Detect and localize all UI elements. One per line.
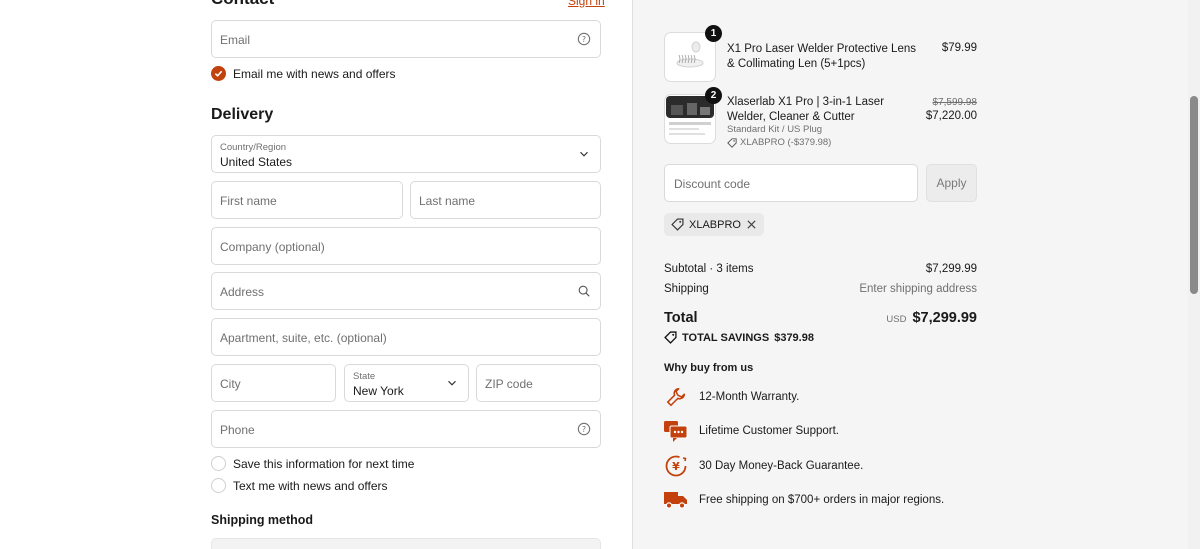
state-value: New York bbox=[353, 384, 404, 398]
last-name-placeholder: Last name bbox=[419, 194, 476, 208]
tag-icon bbox=[727, 137, 737, 148]
benefit-label: 12-Month Warranty. bbox=[699, 391, 800, 403]
email-placeholder: Email bbox=[220, 33, 251, 47]
close-icon[interactable] bbox=[746, 219, 757, 230]
country-select[interactable]: Country/Region United States bbox=[211, 135, 601, 173]
tag-icon bbox=[664, 331, 677, 344]
shipping-method-heading: Shipping method bbox=[211, 513, 314, 527]
phone-field[interactable]: Phone ? bbox=[211, 410, 601, 448]
page-scrollbar[interactable] bbox=[1188, 0, 1200, 549]
chevron-down-icon bbox=[580, 151, 588, 157]
save-info-checkbox[interactable] bbox=[211, 456, 226, 471]
text-news-label: Text me with news and offers bbox=[233, 478, 388, 493]
svg-text:?: ? bbox=[582, 425, 586, 434]
total-label: Total bbox=[664, 310, 698, 326]
apply-button[interactable]: Apply bbox=[926, 164, 977, 202]
checkmark-icon bbox=[214, 70, 223, 77]
first-name-field[interactable]: First name bbox=[211, 181, 403, 219]
text-news-option[interactable]: Text me with news and offers bbox=[211, 478, 388, 493]
text-news-checkbox[interactable] bbox=[211, 478, 226, 493]
applied-code-text: XLABPRO bbox=[689, 218, 741, 231]
tag-icon bbox=[671, 218, 684, 231]
benefit-item: Lifetime Customer Support. bbox=[664, 419, 839, 443]
truck-icon bbox=[664, 488, 688, 512]
help-icon[interactable]: ? bbox=[577, 32, 591, 46]
email-news-checkbox[interactable] bbox=[211, 66, 226, 81]
savings-value: $379.98 bbox=[774, 331, 814, 344]
product-thumbnail: 2 bbox=[664, 87, 722, 144]
delivery-heading: Delivery bbox=[211, 106, 274, 123]
cart-item-name: Xlaserlab X1 Pro | 3-in-1 Laser Welder, … bbox=[727, 96, 885, 123]
quantity-badge: 1 bbox=[705, 25, 722, 42]
checkout-form-panel: Contact Sign in Email ? Email me with ne… bbox=[0, 0, 632, 549]
wrench-icon bbox=[664, 385, 688, 409]
company-placeholder: Company (optional) bbox=[220, 240, 325, 254]
discount-code-input[interactable]: Discount code bbox=[664, 164, 918, 202]
country-value: United States bbox=[220, 155, 293, 169]
save-info-option[interactable]: Save this information for next time bbox=[211, 456, 414, 471]
quantity-badge: 2 bbox=[705, 87, 722, 104]
benefit-item: Free shipping on $700+ orders in major r… bbox=[664, 488, 944, 512]
cart-item-original-price: $7,599.98 bbox=[933, 96, 978, 108]
cart-item-variant: Standard Kit / US Plug bbox=[727, 124, 823, 135]
city-field[interactable]: City bbox=[211, 364, 336, 402]
discount-text: XLABPRO (-$379.98) bbox=[740, 137, 832, 148]
city-placeholder: City bbox=[220, 377, 241, 391]
applied-discount-tag: XLABPRO bbox=[664, 213, 764, 236]
benefit-label: Free shipping on $700+ orders in major r… bbox=[699, 494, 945, 506]
cart-item-price: $7,220.00 bbox=[925, 110, 977, 122]
cart-item-discount: XLABPRO (-$379.98) bbox=[727, 137, 831, 148]
country-label: Country/Region bbox=[220, 142, 287, 153]
money-back-icon: ¥ bbox=[664, 454, 688, 478]
apartment-field[interactable]: Apartment, suite, etc. (optional) bbox=[211, 318, 601, 356]
total-value: $7,299.99 bbox=[912, 310, 977, 326]
search-icon bbox=[578, 285, 590, 297]
state-select[interactable]: State New York bbox=[344, 364, 469, 402]
sign-in-link[interactable]: Sign in bbox=[568, 0, 605, 8]
shipping-value: Enter shipping address bbox=[859, 283, 977, 295]
address-placeholder: Address bbox=[220, 285, 265, 299]
currency-code: USD bbox=[886, 314, 907, 325]
shipping-method-box bbox=[211, 538, 601, 549]
last-name-field[interactable]: Last name bbox=[410, 181, 601, 219]
total-savings: TOTAL SAVINGS $379.98 bbox=[664, 331, 814, 344]
benefit-item: ¥ 30 Day Money-Back Guarantee. bbox=[664, 454, 863, 478]
contact-heading: Contact bbox=[211, 0, 274, 9]
shipping-label: Shipping bbox=[664, 283, 709, 295]
benefit-item: 12-Month Warranty. bbox=[664, 385, 799, 409]
subtotal-value: $7,299.99 bbox=[925, 263, 977, 275]
email-news-label: Email me with news and offers bbox=[233, 66, 396, 81]
scrollbar-thumb[interactable] bbox=[1190, 96, 1198, 294]
save-info-label: Save this information for next time bbox=[233, 456, 415, 471]
cart-item-name: X1 Pro Laser Welder Protective Lens & Co… bbox=[727, 43, 916, 70]
shipping-row: Shipping Enter shipping address bbox=[664, 283, 977, 295]
state-label: State bbox=[353, 371, 376, 382]
phone-placeholder: Phone bbox=[220, 423, 255, 437]
svg-text:¥: ¥ bbox=[672, 460, 680, 473]
zip-placeholder: ZIP code bbox=[485, 377, 533, 391]
benefit-label: 30 Day Money-Back Guarantee. bbox=[699, 460, 864, 472]
product-thumbnail: 1 bbox=[664, 25, 722, 82]
total-row: Total USD $7,299.99 bbox=[664, 310, 977, 326]
email-field[interactable]: Email ? bbox=[211, 20, 601, 58]
subtotal-label: Subtotal · 3 items bbox=[664, 263, 754, 275]
why-buy-heading: Why buy from us bbox=[664, 362, 754, 374]
zip-field[interactable]: ZIP code bbox=[476, 364, 601, 402]
chat-support-icon bbox=[664, 419, 688, 443]
total-amount: USD $7,299.99 bbox=[886, 310, 977, 326]
help-icon[interactable]: ? bbox=[577, 422, 591, 436]
cart-item-price: $79.99 bbox=[941, 42, 977, 54]
chevron-down-icon bbox=[448, 380, 456, 386]
discount-placeholder: Discount code bbox=[674, 177, 751, 191]
benefit-label: Lifetime Customer Support. bbox=[699, 425, 839, 437]
svg-text:?: ? bbox=[582, 35, 586, 44]
savings-label: TOTAL SAVINGS bbox=[682, 331, 770, 344]
company-field[interactable]: Company (optional) bbox=[211, 227, 601, 265]
subtotal-row: Subtotal · 3 items $7,299.99 bbox=[664, 263, 977, 275]
address-field[interactable]: Address bbox=[211, 272, 601, 310]
first-name-placeholder: First name bbox=[220, 194, 277, 208]
apartment-placeholder: Apartment, suite, etc. (optional) bbox=[220, 331, 387, 345]
email-news-option[interactable]: Email me with news and offers bbox=[211, 66, 396, 81]
original-price: $7,599.98 bbox=[932, 97, 978, 108]
